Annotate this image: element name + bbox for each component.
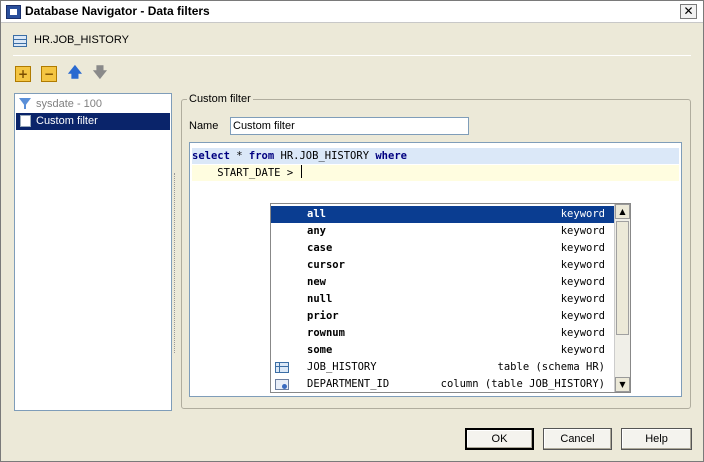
- popup-scrollbar[interactable]: ▲ ▼: [614, 204, 630, 392]
- filter-list: sysdate - 100 Custom filter: [14, 93, 172, 411]
- close-icon: ✕: [683, 4, 694, 18]
- autocomplete-item-type: keyword: [560, 259, 605, 271]
- autocomplete-item-type: keyword: [560, 242, 605, 254]
- autocomplete-item-name: any: [307, 225, 326, 237]
- autocomplete-item[interactable]: prior keyword: [271, 308, 615, 325]
- autocomplete-item[interactable]: case keyword: [271, 240, 615, 257]
- code-condition: START_DATE >: [192, 167, 300, 179]
- code-line-select: select * from HR.JOB_HISTORY where: [192, 148, 679, 164]
- autocomplete-item-name: rownum: [307, 327, 345, 339]
- filter-item-custom[interactable]: Custom filter: [16, 113, 170, 130]
- group-legend: Custom filter: [187, 93, 253, 105]
- keyword-from: from: [248, 150, 275, 162]
- table-icon: [13, 35, 27, 47]
- autocomplete-item-type: keyword: [560, 344, 605, 356]
- window-title: Database Navigator - Data filters: [25, 4, 210, 18]
- move-down-button[interactable]: 🡇: [92, 65, 108, 82]
- autocomplete-item[interactable]: new keyword: [271, 274, 615, 291]
- autocomplete-item-name: some: [307, 344, 333, 356]
- move-up-button[interactable]: 🡅: [67, 65, 83, 82]
- cancel-button[interactable]: Cancel: [543, 428, 612, 450]
- autocomplete-item[interactable]: cursor keyword: [271, 257, 615, 274]
- filter-item-label: sysdate - 100: [36, 98, 103, 110]
- autocomplete-item-type: keyword: [560, 310, 605, 322]
- custom-filter-icon: [20, 115, 31, 127]
- arrow-down-icon: 🡇: [92, 65, 108, 81]
- autocomplete-item-type: table (schema HR): [497, 361, 605, 373]
- scroll-down-arrow[interactable]: ▼: [615, 377, 630, 392]
- plus-icon: +: [17, 67, 29, 81]
- scroll-thumb[interactable]: [616, 221, 629, 335]
- add-filter-button[interactable]: +: [15, 66, 31, 82]
- remove-filter-button[interactable]: −: [41, 66, 57, 82]
- autocomplete-item[interactable]: rownum keyword: [271, 325, 615, 342]
- autocomplete-item-name: new: [307, 276, 326, 288]
- filter-item-sysdate[interactable]: sysdate - 100: [16, 96, 170, 113]
- autocomplete-item-name: case: [307, 242, 333, 254]
- panel-splitter[interactable]: [174, 173, 177, 353]
- filter-icon-stem: [24, 104, 26, 109]
- dialog-body: HR.JOB_HISTORY + − 🡅 🡇 sysdate - 100 Cus…: [1, 23, 703, 461]
- help-button[interactable]: Help: [621, 428, 692, 450]
- autocomplete-item[interactable]: all keyword: [271, 206, 615, 223]
- autocomplete-item-type: keyword: [560, 208, 605, 220]
- header-separator: [13, 55, 691, 56]
- keyword-where: where: [375, 150, 407, 162]
- scroll-up-arrow[interactable]: ▲: [615, 204, 630, 219]
- code-line-condition: START_DATE >: [192, 165, 679, 181]
- autocomplete-item-name: all: [307, 208, 326, 220]
- autocomplete-item[interactable]: any keyword: [271, 223, 615, 240]
- autocomplete-item[interactable]: DEPARTMENT_ID column (table JOB_HISTORY): [271, 376, 615, 393]
- autocomplete-item-type: keyword: [560, 276, 605, 288]
- code-text: *: [229, 150, 249, 162]
- app-icon: [6, 5, 21, 19]
- autocomplete-item-name: JOB_HISTORY: [307, 361, 377, 373]
- autocomplete-item-name: null: [307, 293, 333, 305]
- column-icon: [275, 379, 289, 390]
- text-caret: [301, 165, 303, 178]
- data-filters-dialog: Database Navigator - Data filters ✕ HR.J…: [0, 0, 704, 462]
- autocomplete-item[interactable]: null keyword: [271, 291, 615, 308]
- autocomplete-item[interactable]: JOB_HISTORY table (schema HR): [271, 359, 615, 376]
- autocomplete-item-type: keyword: [560, 225, 605, 237]
- autocomplete-item-type: column (table JOB_HISTORY): [440, 378, 605, 390]
- autocomplete-item-name: DEPARTMENT_ID: [307, 378, 390, 390]
- name-input[interactable]: Custom filter: [230, 117, 469, 135]
- autocomplete-item[interactable]: some keyword: [271, 342, 615, 359]
- arrow-up-icon: 🡅: [67, 65, 83, 81]
- autocomplete-item-type: keyword: [560, 327, 605, 339]
- table-icon: [275, 362, 289, 373]
- keyword-select: select: [192, 150, 230, 162]
- ok-button[interactable]: OK: [465, 428, 534, 450]
- close-button[interactable]: ✕: [680, 4, 697, 19]
- filter-item-label: Custom filter: [36, 115, 98, 127]
- autocomplete-item-type: keyword: [560, 293, 605, 305]
- autocomplete-item-name: prior: [307, 310, 339, 322]
- name-label: Name: [189, 120, 219, 132]
- title-bar[interactable]: Database Navigator - Data filters ✕: [1, 1, 703, 23]
- code-table: HR.JOB_HISTORY: [274, 150, 376, 162]
- autocomplete-popup: all keyword any keyword case keyword cursor key…: [270, 203, 631, 393]
- autocomplete-item-name: cursor: [307, 259, 345, 271]
- minus-icon: −: [43, 67, 55, 81]
- table-name: HR.JOB_HISTORY: [34, 34, 129, 46]
